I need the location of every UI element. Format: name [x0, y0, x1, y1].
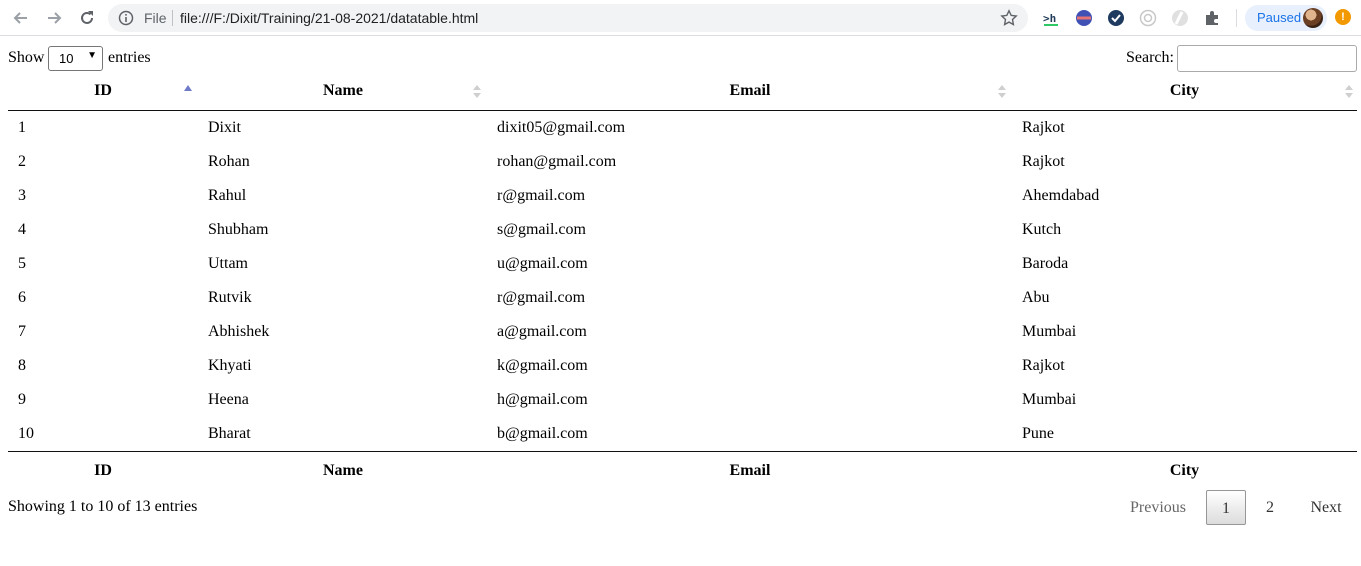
cell-email: u@gmail.com [497, 255, 588, 272]
next-page-button[interactable]: Next [1298, 490, 1354, 525]
extension-icon[interactable] [1074, 8, 1094, 28]
footer-header-email: Email [729, 462, 771, 479]
cell-email: r@gmail.com [497, 289, 586, 306]
back-arrow-icon[interactable] [9, 6, 33, 30]
column-header-city[interactable]: City [1012, 82, 1357, 100]
cell-id: 5 [18, 255, 26, 272]
cell-id: 1 [18, 119, 26, 136]
extension-icon[interactable] [1170, 8, 1190, 28]
cell-name: Uttam [208, 255, 248, 272]
column-header-email[interactable]: Email [488, 82, 1012, 100]
extension-icon[interactable] [1138, 8, 1158, 28]
update-alert-icon[interactable]: ! [1335, 9, 1351, 25]
cell-email: r@gmail.com [497, 187, 586, 204]
footer-header-city: City [1169, 462, 1200, 479]
column-header-label: City [1169, 82, 1200, 99]
cell-email: b@gmail.com [497, 425, 588, 442]
cell-email: a@gmail.com [497, 323, 587, 340]
cell-city: Rajkot [1022, 357, 1065, 374]
cell-city: Mumbai [1022, 391, 1077, 408]
search-label: Search: [1126, 49, 1174, 66]
svg-text:>h: >h [1043, 12, 1056, 25]
cell-email: s@gmail.com [497, 221, 586, 238]
chevron-down-icon: ▼ [87, 50, 97, 61]
cell-id: 8 [18, 357, 26, 374]
sort-ascending-icon [184, 85, 192, 91]
forward-arrow-icon[interactable] [42, 6, 66, 30]
search-input[interactable] [1177, 45, 1357, 72]
table-info: Showing 1 to 10 of 13 entries [8, 498, 198, 515]
address-bar[interactable]: File file:///F:/Dixit/Training/21-08-202… [108, 4, 1028, 32]
entries-label: entries [108, 49, 151, 66]
column-header-label: Email [729, 82, 771, 99]
column-header-name[interactable]: Name [198, 82, 488, 100]
url-text[interactable]: file:///F:/Dixit/Training/21-08-2021/dat… [180, 10, 478, 26]
address-divider [172, 10, 173, 26]
cell-name: Rohan [208, 153, 250, 170]
cell-name: Rahul [208, 187, 247, 204]
cell-name: Khyati [208, 357, 252, 374]
show-label: Show [8, 49, 45, 66]
cell-id: 9 [18, 391, 26, 408]
cell-city: Kutch [1022, 221, 1062, 238]
browser-toolbar: File file:///F:/Dixit/Training/21-08-202… [0, 0, 1361, 36]
column-header-label: ID [94, 82, 112, 99]
cell-city: Mumbai [1022, 323, 1077, 340]
cell-city: Rajkot [1022, 119, 1065, 136]
profile-status: Paused [1257, 10, 1302, 25]
cell-id: 2 [18, 153, 26, 170]
cell-city: Baroda [1022, 255, 1069, 272]
cell-city: Pune [1022, 425, 1054, 442]
cell-city: Rajkot [1022, 153, 1065, 170]
cell-name: Abhishek [208, 323, 270, 340]
puzzle-icon[interactable] [1202, 8, 1222, 28]
reload-icon[interactable] [75, 6, 99, 30]
footer-header-name: Name [323, 462, 363, 479]
cell-name: Bharat [208, 425, 251, 442]
file-scheme-label: File [144, 10, 167, 26]
cell-id: 3 [18, 187, 26, 204]
entries-length-select[interactable]: 10 ▼ [48, 46, 103, 71]
toolbar-divider [1236, 9, 1237, 27]
page-button-2[interactable]: 2 [1252, 490, 1288, 525]
entries-length-value: 10 [59, 51, 74, 66]
table-footer-rule [8, 451, 1357, 452]
column-header-id[interactable]: ID [8, 82, 198, 100]
hackerrank-extension-icon[interactable]: >h [1042, 8, 1062, 28]
checkmark-extension-icon[interactable] [1106, 8, 1126, 28]
cell-email: dixit05@gmail.com [497, 119, 626, 136]
cell-name: Heena [208, 391, 249, 408]
cell-city: Abu [1022, 289, 1050, 306]
cell-name: Dixit [208, 119, 241, 136]
cell-id: 4 [18, 221, 26, 238]
profile-button[interactable]: Paused [1245, 5, 1327, 31]
footer-header-id: ID [94, 462, 112, 479]
cell-email: rohan@gmail.com [497, 153, 617, 170]
column-header-label: Name [323, 82, 363, 99]
sort-both-icon [473, 85, 481, 98]
previous-page-button[interactable]: Previous [1116, 490, 1200, 525]
cell-id: 10 [18, 425, 34, 442]
cell-name: Shubham [208, 221, 269, 238]
cell-email: k@gmail.com [497, 357, 588, 374]
star-icon[interactable] [1000, 9, 1018, 27]
sort-both-icon [998, 85, 1006, 98]
cell-id: 6 [18, 289, 26, 306]
avatar [1303, 8, 1323, 28]
cell-city: Ahemdabad [1022, 187, 1100, 204]
cell-email: h@gmail.com [497, 391, 588, 408]
info-icon[interactable] [118, 10, 134, 26]
sort-both-icon [1345, 85, 1353, 98]
table-header-rule [8, 110, 1357, 111]
page-button-1[interactable]: 1 [1206, 490, 1246, 525]
cell-name: Rutvik [208, 289, 252, 306]
cell-id: 7 [18, 323, 26, 340]
